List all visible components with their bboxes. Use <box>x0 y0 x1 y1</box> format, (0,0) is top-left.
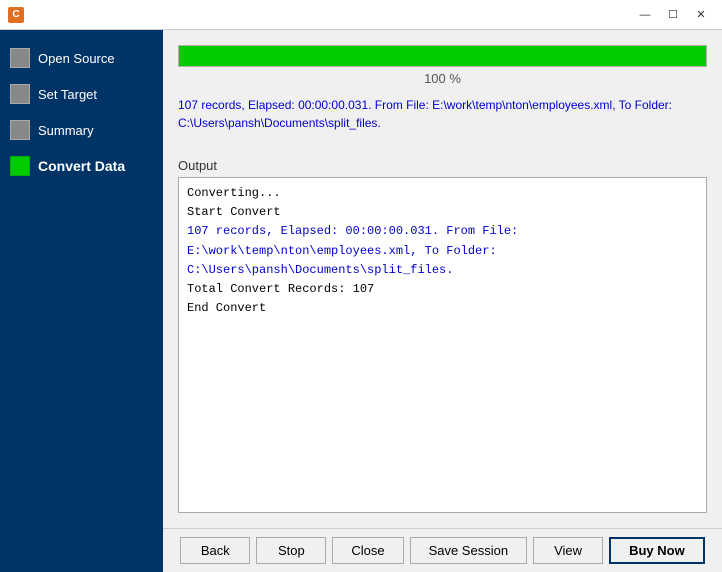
close-button-toolbar[interactable]: Close <box>332 537 403 564</box>
title-bar: C — ☐ ✕ <box>0 0 722 30</box>
step-icon-convert-data <box>10 156 30 176</box>
main-container: Open Source Set Target Summary Convert D… <box>0 30 722 572</box>
view-button[interactable]: View <box>533 537 603 564</box>
sidebar-item-summary[interactable]: Summary <box>0 112 163 148</box>
step-icon-summary <box>10 120 30 140</box>
maximize-button[interactable]: ☐ <box>660 5 686 25</box>
close-button[interactable]: ✕ <box>688 5 714 25</box>
back-button[interactable]: Back <box>180 537 250 564</box>
info-text-line1: 107 records, Elapsed: 00:00:00.031. From… <box>178 96 707 114</box>
output-line: C:\Users\pansh\Documents\split_files. <box>187 261 698 280</box>
sidebar-label-summary: Summary <box>38 123 94 138</box>
sidebar-item-open-source[interactable]: Open Source <box>0 40 163 76</box>
output-line: Start Convert <box>187 203 698 222</box>
sidebar-label-open-source: Open Source <box>38 51 115 66</box>
spacer <box>178 142 707 148</box>
output-box[interactable]: Converting...Start Convert107 records, E… <box>178 177 707 513</box>
info-text: 107 records, Elapsed: 00:00:00.031. From… <box>178 96 707 132</box>
stop-button[interactable]: Stop <box>256 537 326 564</box>
progress-bar-track <box>178 45 707 67</box>
step-icon-set-target <box>10 84 30 104</box>
app-icon: C <box>8 7 24 23</box>
output-label: Output <box>178 158 707 173</box>
progress-percent: 100 % <box>178 71 707 86</box>
output-section: Output Converting...Start Convert107 rec… <box>178 158 707 513</box>
output-line: Converting... <box>187 184 698 203</box>
info-text-line2: C:\Users\pansh\Documents\split_files. <box>178 114 707 132</box>
sidebar-item-set-target[interactable]: Set Target <box>0 76 163 112</box>
title-bar-controls: — ☐ ✕ <box>632 5 714 25</box>
output-line: 107 records, Elapsed: 00:00:00.031. From… <box>187 222 698 260</box>
output-line: Total Convert Records: 107 <box>187 280 698 299</box>
sidebar-item-convert-data[interactable]: Convert Data <box>0 148 163 184</box>
sidebar-label-set-target: Set Target <box>38 87 97 102</box>
progress-bar-fill <box>179 46 706 66</box>
minimize-button[interactable]: — <box>632 5 658 25</box>
title-bar-left: C <box>8 7 24 23</box>
output-line: End Convert <box>187 299 698 318</box>
save-session-button[interactable]: Save Session <box>410 537 528 564</box>
sidebar: Open Source Set Target Summary Convert D… <box>0 30 163 572</box>
bottom-toolbar: Back Stop Close Save Session View Buy No… <box>163 528 722 572</box>
buy-now-button[interactable]: Buy Now <box>609 537 705 564</box>
progress-container: 100 % <box>178 45 707 86</box>
sidebar-label-convert-data: Convert Data <box>38 158 125 174</box>
content-area: 100 % 107 records, Elapsed: 00:00:00.031… <box>163 30 722 528</box>
step-icon-open-source <box>10 48 30 68</box>
